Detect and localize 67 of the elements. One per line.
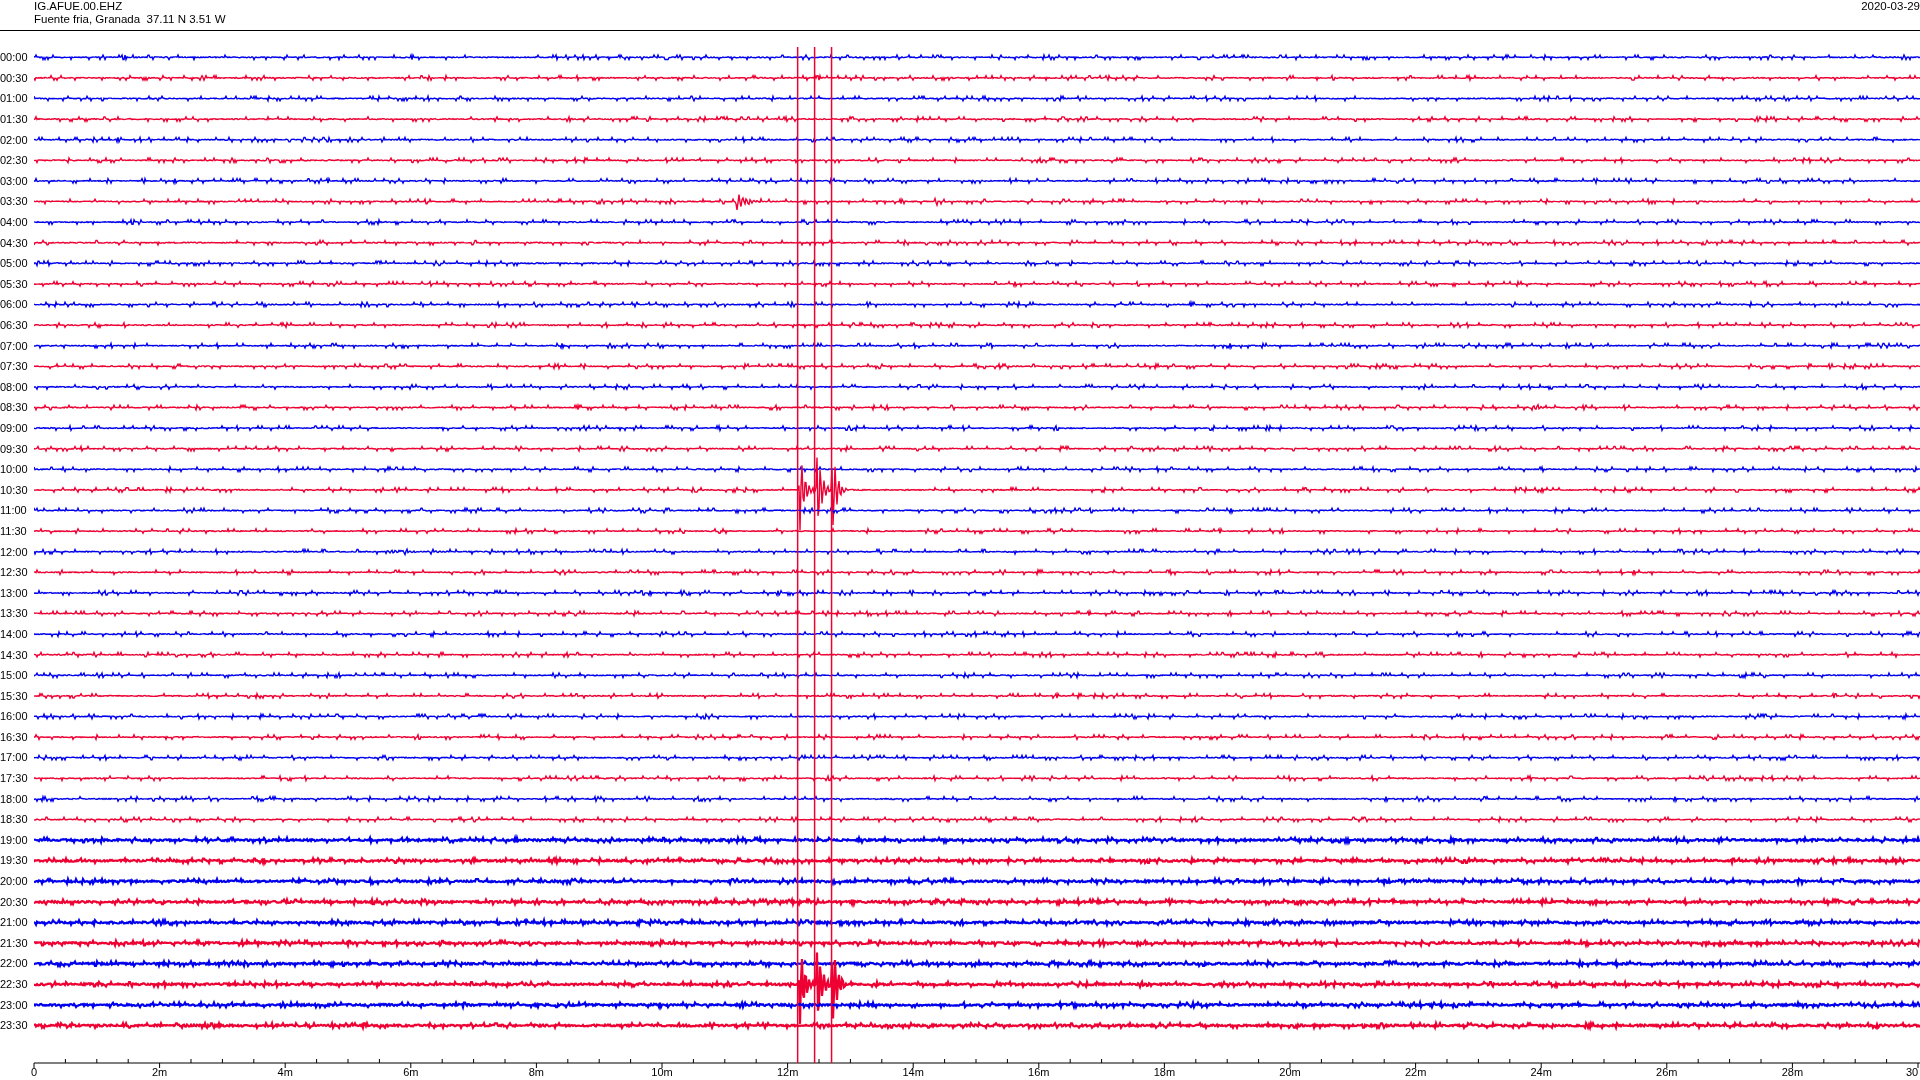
time-label: 08:00 <box>0 380 28 393</box>
time-label: 13:30 <box>0 607 28 620</box>
time-label: 03:00 <box>0 174 28 187</box>
tick-label: 20m <box>1279 1065 1301 1078</box>
time-label: 00:30 <box>0 71 28 84</box>
time-label: 16:30 <box>0 730 28 743</box>
time-label: 18:00 <box>0 792 28 805</box>
tick-label: 30 <box>1905 1065 1919 1078</box>
time-label: 11:00 <box>0 504 27 517</box>
tick-label: 4m <box>277 1065 293 1078</box>
time-label: 23:00 <box>0 998 28 1011</box>
time-label: 20:00 <box>0 875 28 888</box>
time-label: 01:00 <box>0 92 28 105</box>
tick-label: 14m <box>902 1065 924 1078</box>
time-label: 15:30 <box>0 689 28 702</box>
time-label: 23:30 <box>0 1019 28 1032</box>
time-label: 05:00 <box>0 257 28 270</box>
time-label: 17:30 <box>0 772 28 785</box>
time-label: 15:00 <box>0 669 28 682</box>
time-label: 14:30 <box>0 648 28 661</box>
time-label: 04:00 <box>0 216 28 229</box>
time-label: 22:00 <box>0 957 28 970</box>
time-label: 18:30 <box>0 813 28 826</box>
station-code: IG.AFUE.00.EHZ <box>34 0 124 13</box>
time-label: 19:00 <box>0 833 28 846</box>
tick-label: 2m <box>151 1065 168 1078</box>
tick-label: 18m <box>1153 1065 1176 1078</box>
tick-label: 22m <box>1404 1065 1427 1078</box>
tick-label: 24m <box>1530 1065 1552 1078</box>
time-label: 06:30 <box>0 319 28 331</box>
tick-label: 12m <box>776 1065 799 1078</box>
time-label: 09:30 <box>0 442 28 455</box>
time-label: 07:30 <box>0 360 28 373</box>
time-label: 16:00 <box>0 710 28 723</box>
time-label: 12:30 <box>0 566 28 579</box>
tick-label: 16m <box>1028 1065 1050 1078</box>
time-label: 09:00 <box>0 422 28 434</box>
time-label: 13:00 <box>0 586 28 599</box>
time-label: 08:30 <box>0 401 28 414</box>
tick-label: 26m <box>1656 1065 1678 1078</box>
time-label: 20:30 <box>0 895 28 908</box>
time-label: 02:30 <box>0 154 28 167</box>
time-label: 07:00 <box>0 339 28 352</box>
time-label: 10:30 <box>0 483 28 496</box>
station-location: Fuente fria, Granada 37.11 N 3.51 W <box>34 13 226 26</box>
time-label: 10:00 <box>0 463 28 476</box>
time-label: 19:30 <box>0 854 28 867</box>
tick-label: 0 <box>30 1065 38 1078</box>
time-label: 17:00 <box>0 751 28 764</box>
time-label: 14:00 <box>0 627 28 640</box>
time-label: 00:00 <box>0 51 28 64</box>
time-label: 03:30 <box>0 195 28 208</box>
tick-label: 10m <box>651 1065 673 1078</box>
time-label: 21:30 <box>0 936 28 949</box>
time-label: 21:00 <box>0 916 28 929</box>
tick-label: 28m <box>1781 1065 1804 1078</box>
time-label: 02:00 <box>0 133 28 146</box>
tick-label: 6m <box>403 1065 419 1078</box>
time-label: 05:30 <box>0 277 28 290</box>
time-label: 12:00 <box>0 545 28 558</box>
time-label: 06:00 <box>0 298 28 311</box>
time-label: 11:30 <box>0 524 27 537</box>
time-label: 04:30 <box>0 236 28 249</box>
time-label: 01:30 <box>0 113 28 126</box>
time-label: 22:30 <box>0 978 28 990</box>
tick-label: 8m <box>528 1065 545 1078</box>
plot-date: 2020-03-29 <box>1861 0 1920 14</box>
